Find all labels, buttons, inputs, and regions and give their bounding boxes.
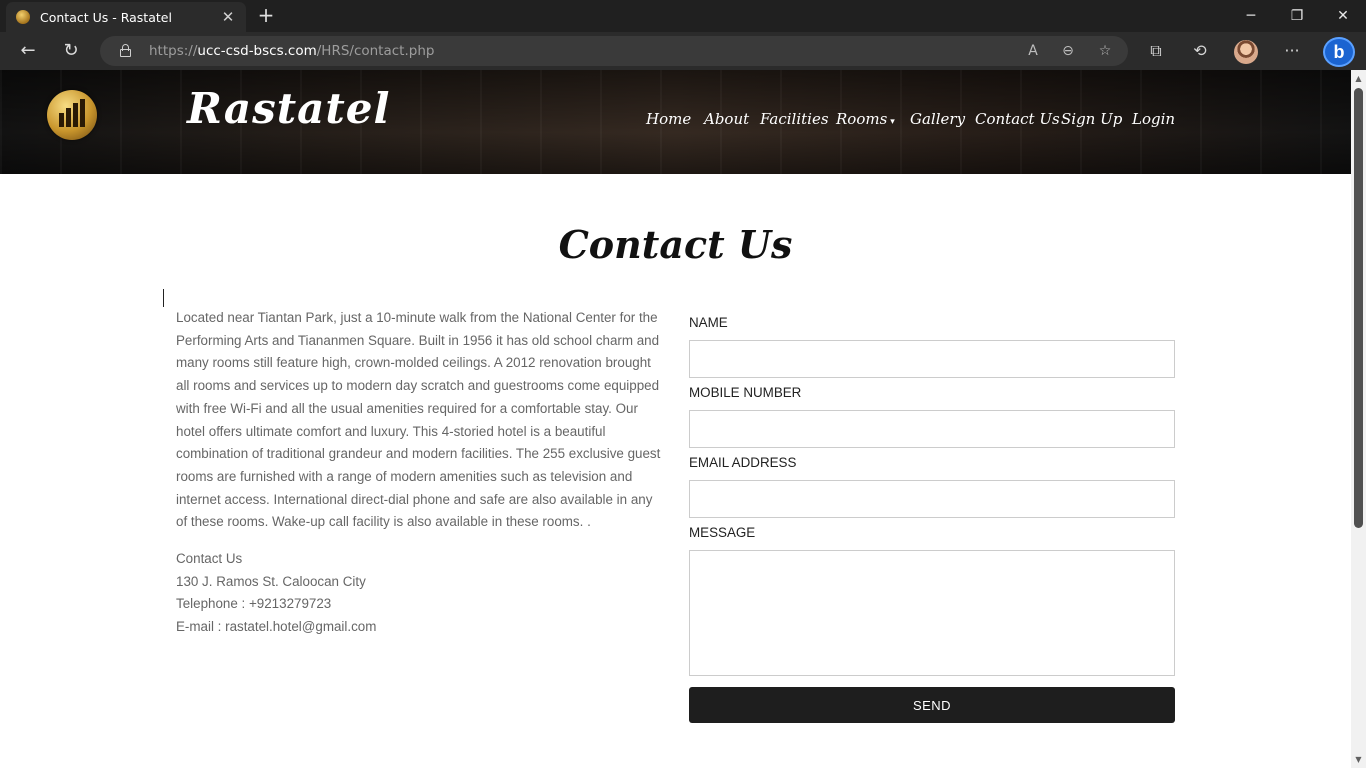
restore-icon[interactable]: ❐ (1282, 4, 1312, 28)
history-icon[interactable]: ⟲ (1187, 39, 1213, 63)
mobile-label: MOBILE NUMBER (689, 385, 802, 400)
site-brand[interactable]: Rastatel (187, 84, 390, 133)
new-tab-icon[interactable]: + (255, 4, 277, 26)
profile-avatar[interactable] (1234, 40, 1258, 64)
nav-login[interactable]: Login (1132, 110, 1182, 128)
page-scrollbar[interactable]: ▲ ▼ (1351, 70, 1366, 768)
message-textarea[interactable] (689, 550, 1175, 676)
close-window-icon[interactable]: ✕ (1328, 4, 1358, 28)
close-tab-icon[interactable]: ✕ (220, 8, 236, 26)
contact-email: E-mail : rastatel.hotel@gmail.com (176, 619, 377, 635)
browser-tab-bar: Contact Us - Rastatel ✕ + ─ ❐ ✕ (0, 0, 1366, 32)
tab-title: Contact Us - Rastatel (40, 9, 172, 25)
contact-form: NAME MOBILE NUMBER EMAIL ADDRESS MESSAGE… (689, 313, 1175, 723)
name-input[interactable] (689, 340, 1175, 378)
contact-telephone: Telephone : +9213279723 (176, 596, 332, 612)
contact-heading: Contact Us (176, 551, 243, 566)
nav-about[interactable]: About (704, 110, 760, 128)
main-nav: Home About Facilities Rooms ▾ Gallery Con… (646, 110, 1182, 128)
page-viewport: Rastatel Home About Facilities Rooms ▾ Ga… (0, 70, 1351, 768)
more-menu-icon[interactable]: ··· (1279, 39, 1305, 63)
url-text[interactable]: https://ucc-csd-bscs.com/HRS/contact.php (149, 43, 434, 59)
nav-facilities[interactable]: Facilities (760, 110, 836, 128)
scroll-up-icon[interactable]: ▲ (1354, 74, 1363, 83)
scroll-down-icon[interactable]: ▼ (1354, 755, 1363, 764)
refresh-icon[interactable]: ↻ (58, 39, 84, 63)
back-arrow-icon[interactable]: ← (15, 39, 41, 63)
nav-rooms[interactable]: Rooms ▾ (836, 110, 910, 128)
favorite-add-icon[interactable]: ☆ (1093, 40, 1117, 62)
bing-copilot-icon[interactable]: b (1323, 37, 1355, 67)
text-cursor (163, 289, 164, 307)
minimize-icon[interactable]: ─ (1236, 4, 1266, 28)
nav-contact-us[interactable]: Contact Us (975, 110, 1061, 128)
contact-address: 130 J. Ramos St. Caloocan City (176, 573, 366, 589)
collections-icon[interactable]: ⧉ (1143, 39, 1169, 63)
email-input[interactable] (689, 480, 1175, 518)
scrollbar-thumb[interactable] (1354, 88, 1363, 528)
send-button[interactable]: SEND (689, 687, 1175, 723)
dropdown-caret-icon: ▾ (890, 117, 895, 127)
lock-icon[interactable] (120, 44, 131, 57)
hotel-description: Located near Tiantan Park, just a 10-min… (176, 310, 661, 530)
url-omnibox[interactable]: https://ucc-csd-bscs.com/HRS/contact.php… (100, 36, 1128, 66)
contact-info: Contact Us 130 J. Ramos St. Caloocan Cit… (176, 548, 376, 639)
address-bar: ← ↻ https://ucc-csd-bscs.com/HRS/contact… (0, 32, 1366, 70)
name-label: NAME (689, 315, 728, 330)
browser-tab[interactable]: Contact Us - Rastatel ✕ (6, 2, 246, 32)
hotel-logo-icon[interactable] (47, 90, 97, 140)
page-title: Contact Us (558, 222, 793, 267)
zoom-out-icon[interactable]: ⊖ (1056, 40, 1080, 62)
nav-gallery[interactable]: Gallery (910, 110, 975, 128)
nav-home[interactable]: Home (646, 110, 704, 128)
site-favicon-icon (16, 10, 30, 24)
nav-sign-up[interactable]: Sign Up (1061, 110, 1132, 128)
site-header: Rastatel Home About Facilities Rooms ▾ Ga… (0, 70, 1351, 174)
message-label: MESSAGE (689, 525, 756, 540)
mobile-input[interactable] (689, 410, 1175, 448)
read-aloud-icon[interactable]: A (1021, 40, 1045, 62)
email-label: EMAIL ADDRESS (689, 455, 797, 470)
